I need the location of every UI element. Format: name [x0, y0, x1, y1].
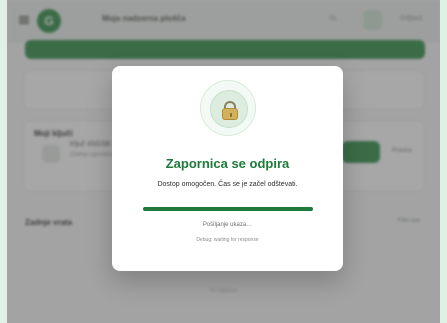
modal-icon-ring [200, 80, 256, 136]
lock-keyhole [230, 113, 232, 117]
progress-fill [143, 207, 313, 211]
lock-icon [210, 90, 248, 128]
debug-text: Debug: waiting for response [196, 237, 259, 243]
modal-title: Zapornica se odpira [165, 156, 290, 171]
lock-body [222, 108, 238, 120]
progress-bar [143, 207, 313, 211]
app-window: G Moja nadzorna plošča SL Odjava Moji kl… [7, 0, 440, 323]
status-text: Pošiljanje ukaza… [202, 222, 253, 228]
gate-open-modal: Zapornica se odpira Dostop omogočen. Čas… [112, 66, 343, 271]
modal-description: Dostop omogočen. Čas se je začel odšteva… [157, 181, 298, 188]
